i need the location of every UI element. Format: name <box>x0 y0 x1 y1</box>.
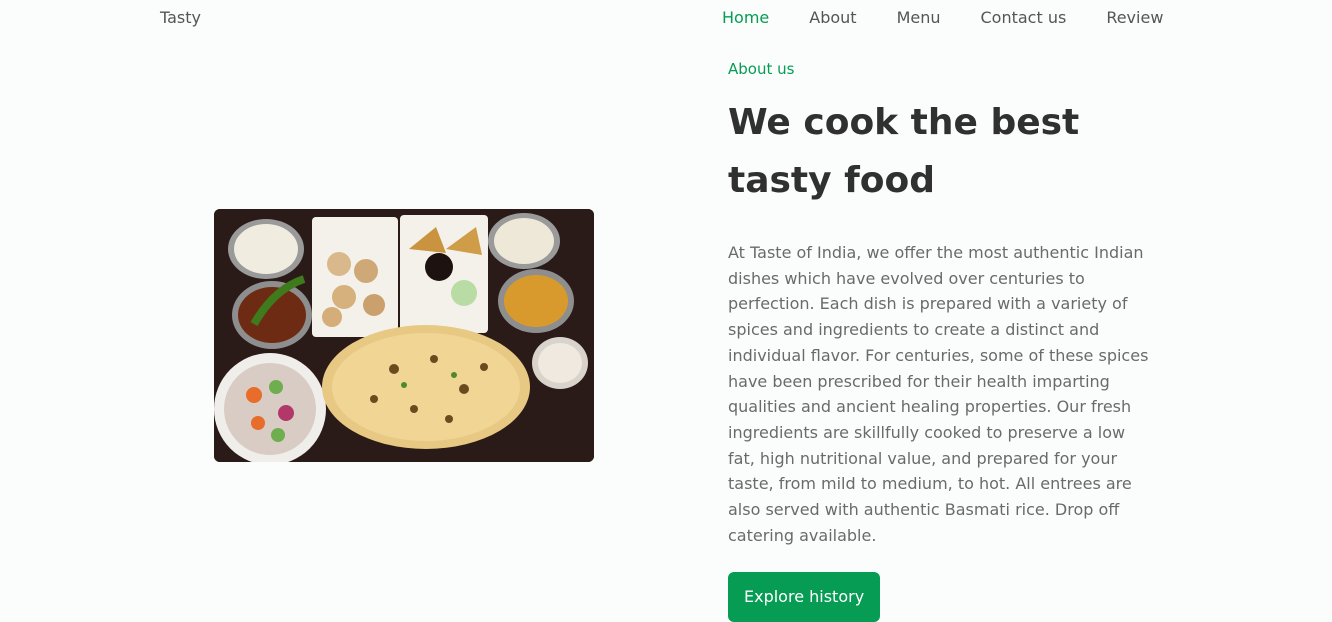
site-logo[interactable]: Tasty <box>160 8 201 27</box>
section-title: We cook the best tasty food <box>728 102 1080 201</box>
nav-link-home[interactable]: Home <box>722 8 769 27</box>
food-platter-image <box>214 209 594 462</box>
section-description: At Taste of India, we offer the most aut… <box>728 243 1149 545</box>
nav-link-contact[interactable]: Contact us <box>981 8 1067 27</box>
nav-link-menu[interactable]: Menu <box>897 8 941 27</box>
top-navigation: Tasty Home About Menu Contact us Review <box>0 0 1332 38</box>
nav-link-review[interactable]: Review <box>1106 8 1163 27</box>
food-platter-illustration <box>214 209 594 462</box>
about-section: About us We cook the best tasty food At … <box>728 60 1158 622</box>
section-subtitle: About us <box>728 60 795 78</box>
nav-links: Home About Menu Contact us Review <box>722 8 1163 27</box>
nav-link-about[interactable]: About <box>809 8 856 27</box>
explore-history-button[interactable]: Explore history <box>728 572 881 622</box>
